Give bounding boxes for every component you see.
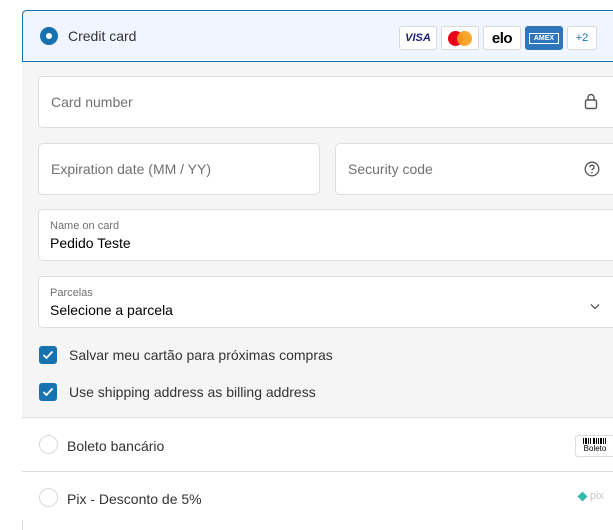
pix-label: Pix - Desconto de 5% xyxy=(67,491,202,507)
save-card-checkbox-row[interactable]: Salvar meu cartão para próximas compras xyxy=(39,346,333,364)
parcelas-label: Parcelas xyxy=(50,287,93,299)
pix-logo: pix xyxy=(577,490,604,502)
pix-icon xyxy=(577,491,588,501)
parcelas-value: Selecione a parcela xyxy=(50,302,173,318)
save-card-label: Salvar meu cartão para próximas compras xyxy=(69,347,333,363)
card-brands: VISA elo AMEX +2 xyxy=(399,26,597,50)
mastercard-logo xyxy=(441,26,479,50)
boleto-label: Boleto bancário xyxy=(67,438,165,454)
lock-icon xyxy=(584,93,598,115)
boleto-logo: Boleto xyxy=(575,435,613,457)
card-form-panel: Card number Expiration date (MM / YY) Se… xyxy=(22,62,613,418)
parcelas-select[interactable]: Parcelas Selecione a parcela xyxy=(38,276,613,328)
billing-address-label: Use shipping address as billing address xyxy=(69,384,316,400)
save-card-checkbox[interactable] xyxy=(39,346,57,364)
payment-option-boleto[interactable]: Boleto bancário Boleto xyxy=(22,419,613,471)
expiration-placeholder: Expiration date (MM / YY) xyxy=(51,161,212,177)
card-number-field[interactable]: Card number xyxy=(38,76,613,128)
help-icon[interactable] xyxy=(584,161,600,182)
credit-card-label: Credit card xyxy=(68,28,137,44)
boleto-radio[interactable] xyxy=(39,435,58,454)
elo-logo: elo xyxy=(483,26,521,50)
card-number-placeholder: Card number xyxy=(51,94,133,110)
security-code-field[interactable]: Security code xyxy=(335,143,613,195)
security-code-placeholder: Security code xyxy=(348,161,433,177)
billing-address-checkbox-row[interactable]: Use shipping address as billing address xyxy=(39,383,316,401)
name-on-card-field[interactable]: Name on card Pedido Teste xyxy=(38,209,613,261)
billing-address-checkbox[interactable] xyxy=(39,383,57,401)
name-on-card-value: Pedido Teste xyxy=(50,235,131,251)
amex-logo: AMEX xyxy=(525,26,563,50)
payment-option-credit-card[interactable]: Credit card VISA elo AMEX +2 xyxy=(22,10,613,62)
credit-card-radio[interactable] xyxy=(40,27,58,45)
chevron-down-icon xyxy=(590,297,600,315)
name-on-card-label: Name on card xyxy=(50,220,120,232)
visa-logo: VISA xyxy=(399,26,437,50)
expiration-date-field[interactable]: Expiration date (MM / YY) xyxy=(38,143,320,195)
more-brands-badge[interactable]: +2 xyxy=(567,26,597,50)
pix-radio[interactable] xyxy=(39,488,58,507)
payment-option-pix[interactable]: Pix - Desconto de 5% pix xyxy=(22,472,613,520)
